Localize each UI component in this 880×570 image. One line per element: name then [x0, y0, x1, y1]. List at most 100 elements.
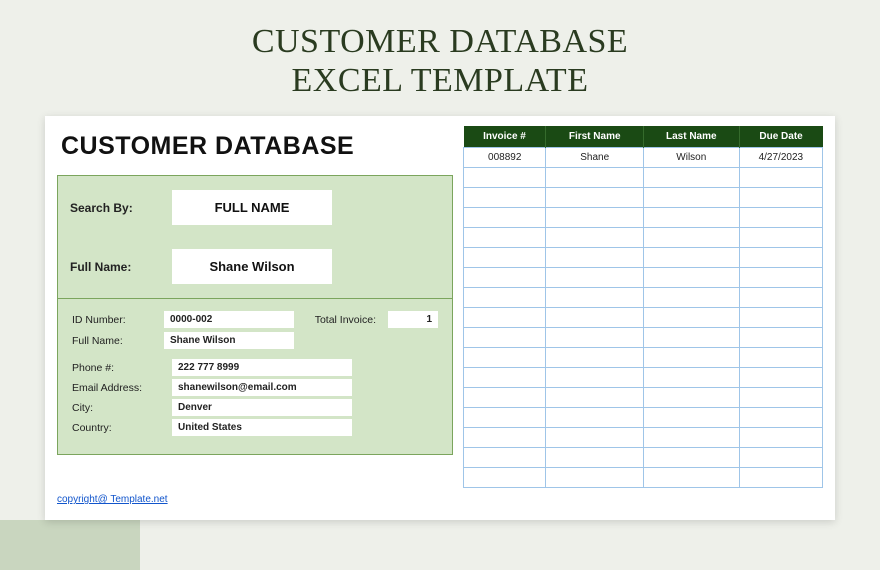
- table-row[interactable]: [464, 388, 823, 408]
- table-row[interactable]: [464, 408, 823, 428]
- table-cell[interactable]: [464, 288, 546, 308]
- table-cell[interactable]: [643, 288, 739, 308]
- table-cell[interactable]: [643, 308, 739, 328]
- table-cell[interactable]: [643, 328, 739, 348]
- table-cell[interactable]: [464, 248, 546, 268]
- table-cell[interactable]: [546, 408, 644, 428]
- total-invoice-value[interactable]: 1: [388, 311, 438, 328]
- table-cell[interactable]: [464, 308, 546, 328]
- table-cell[interactable]: [464, 448, 546, 468]
- table-row[interactable]: [464, 308, 823, 328]
- table-cell[interactable]: [464, 268, 546, 288]
- table-cell[interactable]: [739, 308, 822, 328]
- fullname2-value[interactable]: Shane Wilson: [164, 332, 294, 349]
- fullname-input[interactable]: Shane Wilson: [172, 249, 332, 284]
- table-cell[interactable]: [643, 368, 739, 388]
- table-cell[interactable]: [546, 188, 644, 208]
- fullname2-label: Full Name:: [72, 335, 152, 347]
- table-cell[interactable]: [464, 428, 546, 448]
- country-value[interactable]: United States: [172, 419, 352, 436]
- table-cell[interactable]: [464, 388, 546, 408]
- phone-label: Phone #:: [72, 362, 162, 374]
- table-cell[interactable]: [546, 468, 644, 488]
- table-cell[interactable]: 008892: [464, 148, 546, 168]
- table-cell[interactable]: [546, 368, 644, 388]
- table-cell[interactable]: [643, 248, 739, 268]
- table-cell[interactable]: [739, 268, 822, 288]
- table-cell[interactable]: [643, 188, 739, 208]
- table-cell[interactable]: [546, 168, 644, 188]
- table-cell[interactable]: [643, 228, 739, 248]
- table-row[interactable]: [464, 468, 823, 488]
- table-cell[interactable]: [739, 388, 822, 408]
- table-cell[interactable]: [546, 308, 644, 328]
- table-cell[interactable]: [464, 228, 546, 248]
- table-cell[interactable]: [643, 408, 739, 428]
- table-cell[interactable]: [546, 328, 644, 348]
- table-cell[interactable]: [739, 288, 822, 308]
- fullname-label: Full Name:: [70, 260, 156, 274]
- table-row[interactable]: [464, 268, 823, 288]
- table-cell[interactable]: Wilson: [643, 148, 739, 168]
- table-cell[interactable]: [546, 268, 644, 288]
- table-row[interactable]: [464, 448, 823, 468]
- table-cell[interactable]: [546, 288, 644, 308]
- phone-value[interactable]: 222 777 8999: [172, 359, 352, 376]
- table-cell[interactable]: [739, 428, 822, 448]
- table-cell[interactable]: [546, 248, 644, 268]
- table-row[interactable]: [464, 248, 823, 268]
- table-row[interactable]: [464, 348, 823, 368]
- table-cell[interactable]: [643, 208, 739, 228]
- table-cell[interactable]: [643, 448, 739, 468]
- table-cell[interactable]: [739, 228, 822, 248]
- table-cell[interactable]: [739, 188, 822, 208]
- table-cell[interactable]: [643, 388, 739, 408]
- table-cell[interactable]: [643, 428, 739, 448]
- table-row[interactable]: [464, 288, 823, 308]
- city-value[interactable]: Denver: [172, 399, 352, 416]
- table-cell[interactable]: [464, 168, 546, 188]
- table-row[interactable]: [464, 168, 823, 188]
- table-row[interactable]: [464, 188, 823, 208]
- table-cell[interactable]: [464, 188, 546, 208]
- table-cell[interactable]: [546, 208, 644, 228]
- table-cell[interactable]: [643, 168, 739, 188]
- table-cell[interactable]: [739, 328, 822, 348]
- table-cell[interactable]: [464, 368, 546, 388]
- table-cell[interactable]: [739, 468, 822, 488]
- email-value[interactable]: shanewilson@email.com: [172, 379, 352, 396]
- table-cell[interactable]: [546, 388, 644, 408]
- table-cell[interactable]: [643, 468, 739, 488]
- table-cell[interactable]: [464, 468, 546, 488]
- table-cell[interactable]: [546, 428, 644, 448]
- table-row[interactable]: 008892ShaneWilson4/27/2023: [464, 148, 823, 168]
- table-cell[interactable]: [643, 268, 739, 288]
- search-by-input[interactable]: FULL NAME: [172, 190, 332, 225]
- table-cell[interactable]: [464, 348, 546, 368]
- table-cell[interactable]: [546, 228, 644, 248]
- table-cell[interactable]: [464, 208, 546, 228]
- table-cell[interactable]: [739, 208, 822, 228]
- table-row[interactable]: [464, 368, 823, 388]
- page-banner-title: CUSTOMER DATABASE EXCEL TEMPLATE: [0, 0, 880, 108]
- table-cell[interactable]: [739, 408, 822, 428]
- id-value[interactable]: 0000-002: [164, 311, 294, 328]
- table-cell[interactable]: 4/27/2023: [739, 148, 822, 168]
- table-cell[interactable]: [546, 348, 644, 368]
- table-cell[interactable]: [464, 408, 546, 428]
- table-row[interactable]: [464, 228, 823, 248]
- table-cell[interactable]: [739, 448, 822, 468]
- table-cell[interactable]: Shane: [546, 148, 644, 168]
- table-row[interactable]: [464, 208, 823, 228]
- table-cell[interactable]: [739, 368, 822, 388]
- table-row[interactable]: [464, 428, 823, 448]
- th-invoice: Invoice #: [464, 126, 546, 148]
- table-cell[interactable]: [643, 348, 739, 368]
- table-cell[interactable]: [739, 248, 822, 268]
- table-cell[interactable]: [464, 328, 546, 348]
- table-cell[interactable]: [739, 168, 822, 188]
- table-row[interactable]: [464, 328, 823, 348]
- table-cell[interactable]: [546, 448, 644, 468]
- table-cell[interactable]: [739, 348, 822, 368]
- copyright-link[interactable]: copyright@ Template.net: [57, 494, 823, 505]
